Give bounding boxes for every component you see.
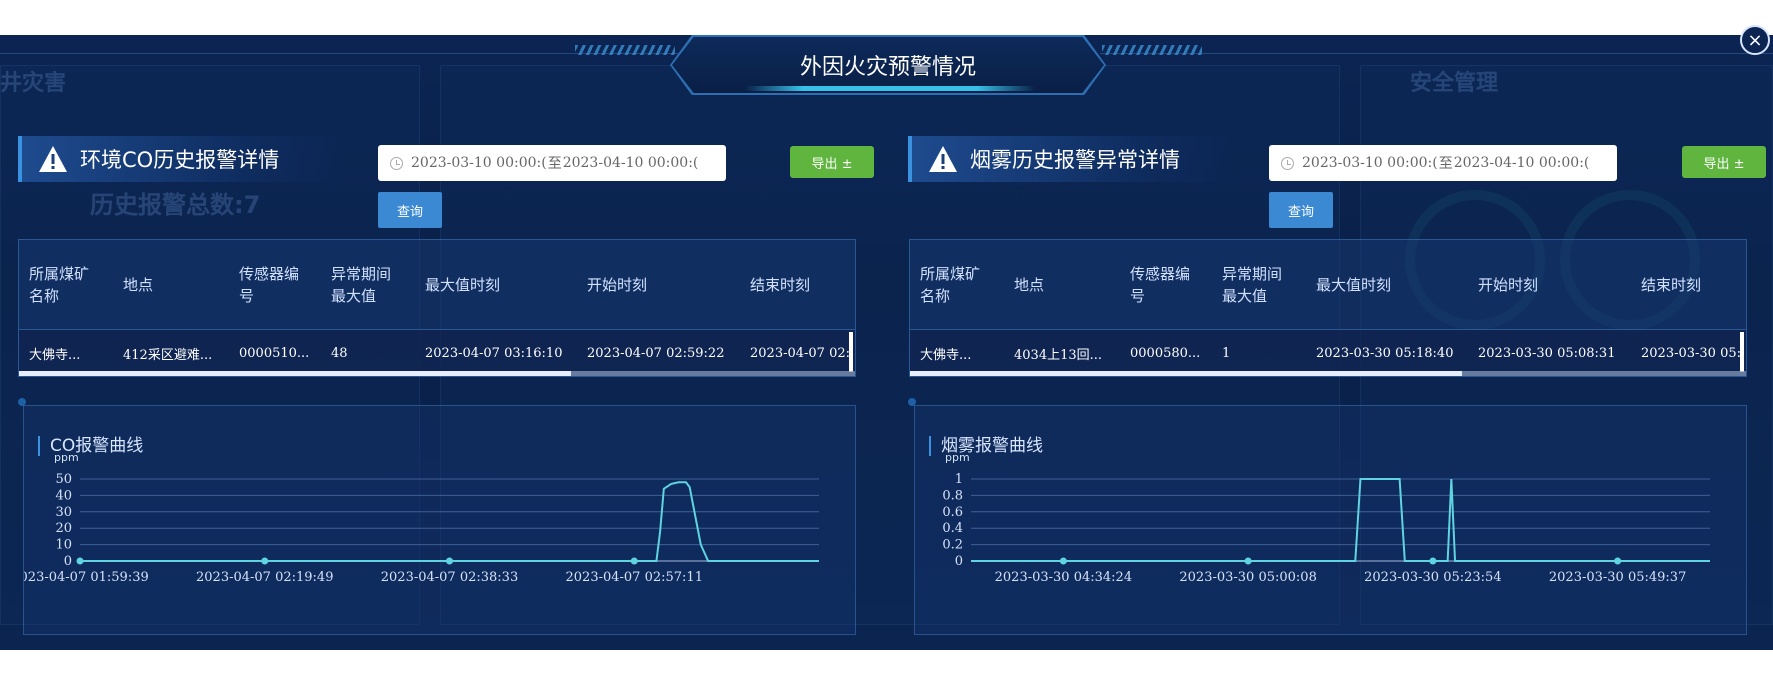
smoke-table-vertical-scrollbar[interactable] xyxy=(1740,332,1744,372)
col-start-time: 开始时刻 xyxy=(587,276,648,294)
smoke-table-scroll-thumb[interactable] xyxy=(910,371,1462,376)
title-underline xyxy=(745,86,1035,91)
col-end-time: 结束时刻 xyxy=(1641,276,1702,294)
smoke-date-start[interactable]: 2023-03-10 00:00:( xyxy=(1302,155,1438,171)
y-tick-label: 30 xyxy=(55,505,72,520)
co-export-button[interactable]: 导出 ± xyxy=(790,146,874,178)
clock-icon xyxy=(390,156,403,170)
smoke-query-button[interactable]: 查询 xyxy=(1269,192,1333,228)
series-line xyxy=(971,478,1710,562)
col-end-time: 结束时刻 xyxy=(750,276,811,294)
smoke-chart-panel: ppm 0 0.2 0.4 0.6 0.8 1 2023-03-30 04:34:24 2023… xyxy=(914,405,1747,635)
co-table-scroll-thumb[interactable] xyxy=(19,371,571,376)
y-tick-label: 0.2 xyxy=(942,538,963,553)
co-date-end[interactable]: 2023-04-10 00:00:( xyxy=(563,155,699,171)
col-max-value: 异常期间最大值 xyxy=(1222,265,1283,305)
col-sensor-id: 传感器编号 xyxy=(239,265,300,305)
cell-location: 412采区避难... xyxy=(123,347,213,363)
smoke-export-button[interactable]: 导出 ± xyxy=(1682,146,1766,178)
smoke-panel-title: 烟雾历史报警异常详情 xyxy=(970,148,1180,172)
alert-modal: 井灾害 安全管理 历史报警总数:7 外因火灾预警情况 环境CO历史报警详情 20… xyxy=(0,35,1773,650)
x-tick-label: 2023-04-07 02:57:11 xyxy=(566,570,703,585)
cell-start-time: 2023-03-30 05:08:31 xyxy=(1478,345,1616,361)
close-icon[interactable]: × xyxy=(1740,25,1770,55)
table-row[interactable]: 大佛寺... 4034上13回... 0000580... 1 2023-03-… xyxy=(910,330,1746,376)
cell-location: 4034上13回... xyxy=(1014,347,1103,363)
series-line xyxy=(80,481,819,562)
smoke-table-header: 所属煤矿名称 地点 传感器编号 异常期间最大值 最大值时刻 开始时刻 结束时刻 xyxy=(910,240,1746,330)
co-date-start[interactable]: 2023-03-10 00:00:( xyxy=(411,155,547,171)
y-tick-label: 0 xyxy=(64,554,72,569)
co-panel-title: 环境CO历史报警详情 xyxy=(80,148,280,172)
co-date-range-picker[interactable]: 2023-03-10 00:00:( 至 2023-04-10 00:00:( xyxy=(378,145,726,181)
co-chart-title: CO报警曲线 xyxy=(38,436,143,456)
x-tick-label: 2023-03-30 05:49:37 xyxy=(1549,570,1686,585)
col-start-time: 开始时刻 xyxy=(1478,276,1539,294)
clock-icon xyxy=(1281,156,1294,170)
co-chart-panel: ppm 0 10 20 30 40 50 2023-04-07 01:59:39 2023-04… xyxy=(23,405,856,635)
modal-title: 外因火灾预警情况 xyxy=(799,55,976,80)
cell-sensor-id: 0000580... xyxy=(1130,345,1201,361)
y-tick-label: 50 xyxy=(55,472,72,487)
co-alarm-chart: ppm010203040502023-04-07 01:59:39 2023-04… xyxy=(24,451,819,585)
y-tick-label: 0.4 xyxy=(942,521,963,536)
co-table-header: 所属煤矿名称 地点 传感器编号 异常期间最大值 最大值时刻 开始时刻 结束时刻 xyxy=(19,240,855,330)
cell-max-time: 2023-03-30 05:18:40 xyxy=(1316,345,1454,361)
smoke-alarm-table: 所属煤矿名称 地点 传感器编号 异常期间最大值 最大值时刻 开始时刻 结束时刻 … xyxy=(909,239,1747,377)
cell-mine-name: 大佛寺... xyxy=(29,347,81,363)
cell-max-value: 1 xyxy=(1222,345,1231,361)
smoke-chart-title: 烟雾报警曲线 xyxy=(929,436,1043,456)
cell-sensor-id: 0000510... xyxy=(239,345,310,361)
table-row[interactable]: 大佛寺... 412采区避难... 0000510... 48 2023-04-… xyxy=(19,330,855,376)
background-label-right: 安全管理 xyxy=(1410,71,1499,96)
co-table-horizontal-scrollbar[interactable] xyxy=(19,371,855,376)
smoke-panel-header: 烟雾历史报警异常详情 xyxy=(908,136,1238,182)
x-tick-label: 2023-03-30 05:00:08 xyxy=(1179,570,1316,585)
cell-start-time: 2023-04-07 02:59:22 xyxy=(587,345,725,361)
co-panel-header: 环境CO历史报警详情 xyxy=(18,136,348,182)
smoke-date-separator: 至 xyxy=(1438,156,1453,172)
y-tick-label: 0 xyxy=(955,554,963,569)
y-tick-label: 40 xyxy=(55,488,72,503)
y-tick-label: 1 xyxy=(955,472,963,487)
col-mine-name: 所属煤矿名称 xyxy=(920,265,981,305)
title-stripes-right xyxy=(1102,45,1202,55)
smoke-date-end[interactable]: 2023-04-10 00:00:( xyxy=(1454,155,1590,171)
background-label-left: 井灾害 xyxy=(0,71,67,96)
col-max-value: 异常期间最大值 xyxy=(331,265,392,305)
y-tick-label: 20 xyxy=(55,521,72,536)
warning-icon xyxy=(928,145,958,173)
co-query-button[interactable]: 查询 xyxy=(378,192,442,228)
col-sensor-id: 传感器编号 xyxy=(1130,265,1191,305)
background-history-count: 历史报警总数:7 xyxy=(90,191,261,219)
x-tick-label: 2023-03-30 05:23:54 xyxy=(1364,570,1501,585)
smoke-date-range-picker[interactable]: 2023-03-10 00:00:( 至 2023-04-10 00:00:( xyxy=(1269,145,1617,181)
col-max-time: 最大值时刻 xyxy=(425,276,501,294)
co-alarm-table: 所属煤矿名称 地点 传感器编号 异常期间最大值 最大值时刻 开始时刻 结束时刻 … xyxy=(18,239,856,377)
co-date-separator: 至 xyxy=(547,156,562,172)
cell-mine-name: 大佛寺... xyxy=(920,347,972,363)
col-max-time: 最大值时刻 xyxy=(1316,276,1392,294)
x-tick-label: 2023-04-07 02:38:33 xyxy=(381,570,518,585)
warning-icon xyxy=(38,145,68,173)
smoke-table-horizontal-scrollbar[interactable] xyxy=(910,371,1746,376)
co-table-vertical-scrollbar[interactable] xyxy=(849,332,853,372)
title-stripes-left xyxy=(575,45,675,55)
col-location: 地点 xyxy=(1014,276,1045,294)
x-tick-label: 2023-04-07 02:19:49 xyxy=(196,570,333,585)
y-tick-label: 0.6 xyxy=(942,505,963,520)
x-tick-label: 2023-04-07 01:59:39 xyxy=(24,570,149,585)
cell-end-time: 2023-04-07 02:5 xyxy=(750,345,850,361)
col-mine-name: 所属煤矿名称 xyxy=(29,265,90,305)
cell-max-value: 48 xyxy=(331,345,348,361)
x-tick-label: 2023-03-30 04:34:24 xyxy=(995,570,1132,585)
cell-max-time: 2023-04-07 03:16:10 xyxy=(425,345,563,361)
y-tick-label: 0.8 xyxy=(942,488,963,503)
cell-end-time: 2023-03-30 05:1 xyxy=(1641,345,1741,361)
y-tick-label: 10 xyxy=(55,538,72,553)
col-location: 地点 xyxy=(123,276,154,294)
